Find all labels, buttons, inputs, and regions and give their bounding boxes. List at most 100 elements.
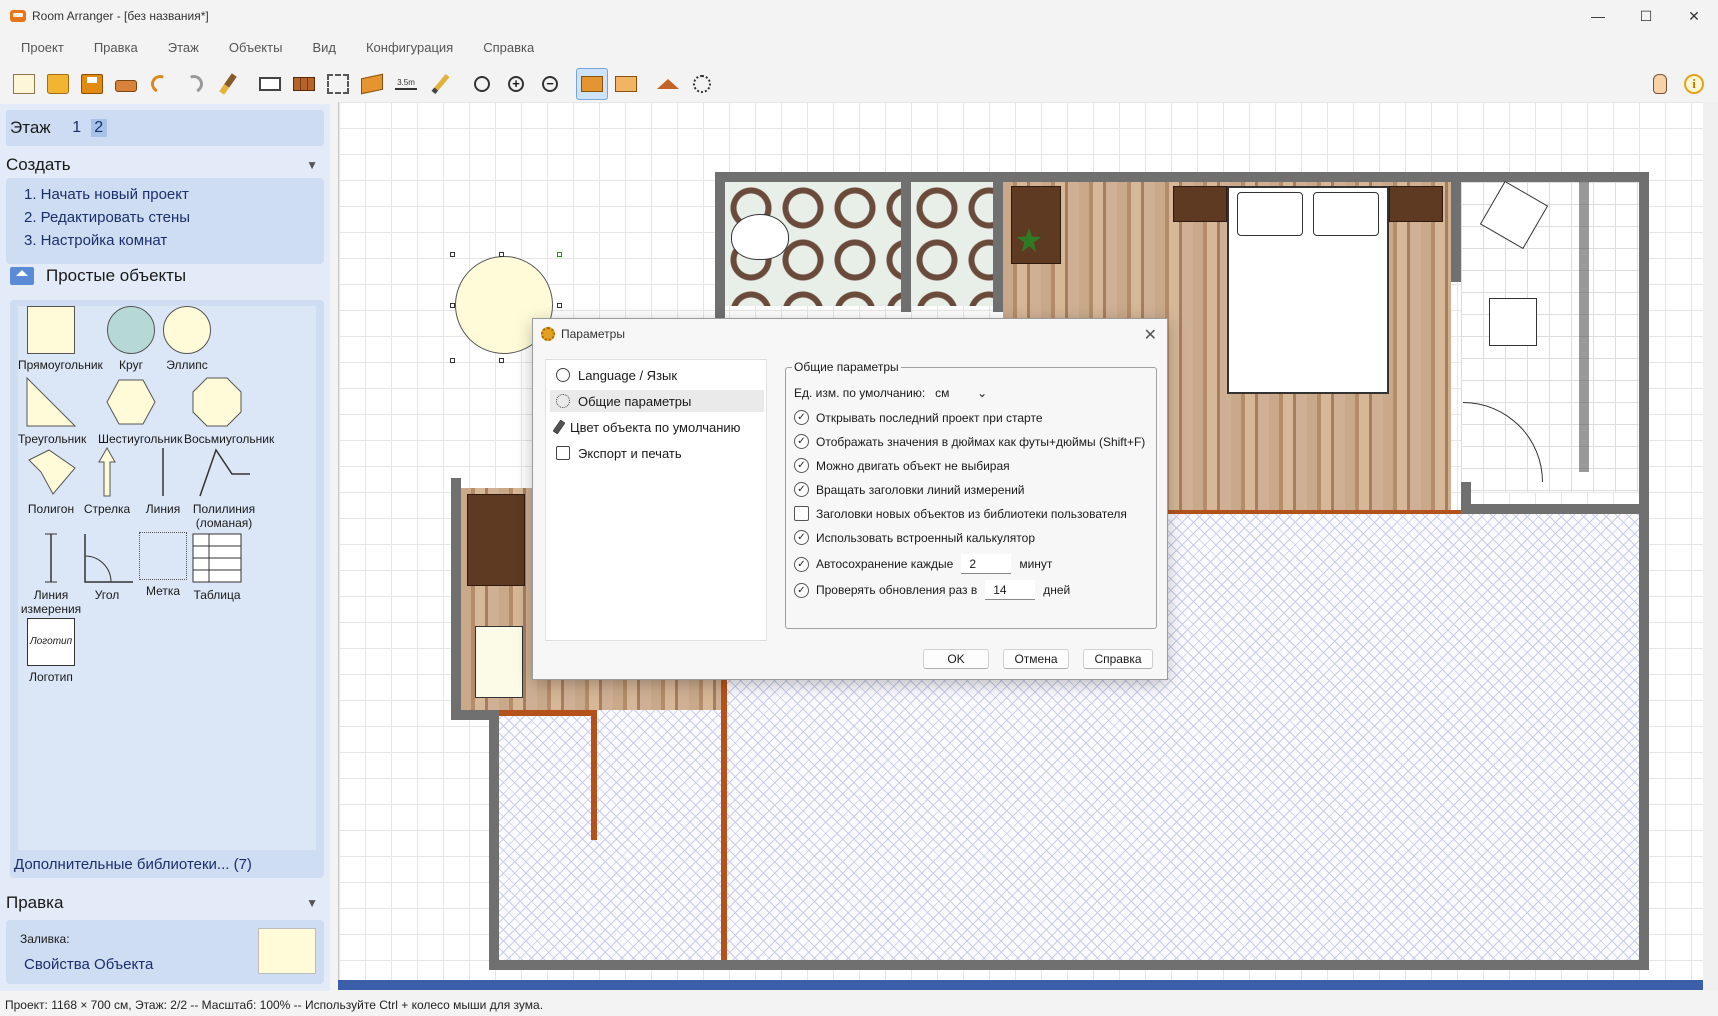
resize-handle[interactable] [499,358,504,363]
resize-handle[interactable] [450,358,455,363]
wall[interactable] [489,960,1649,970]
option-autosave[interactable]: ✓ Автосохранение каждые 2 минут [794,554,1052,574]
object-properties-link[interactable]: Свойства Объекта [24,956,153,973]
checkbox[interactable]: ✓ [794,556,809,572]
checkbox[interactable]: ✓ [794,434,809,449]
help-button[interactable]: Справка [1083,649,1153,669]
armchair[interactable] [1489,298,1537,346]
wall[interactable] [1451,182,1461,282]
wall[interactable] [993,182,1003,312]
wall[interactable] [1471,504,1639,514]
toilet[interactable] [731,214,789,260]
pillow[interactable] [1237,192,1303,236]
floor-2-tab[interactable]: 2 [90,119,107,137]
menu-view[interactable]: Вид [297,40,351,55]
wall[interactable] [1461,482,1471,514]
nav-export-print[interactable]: Экспорт и печать [550,442,764,464]
wall[interactable] [451,710,499,720]
save-button[interactable] [76,68,108,100]
cabinet[interactable] [1011,186,1061,264]
objects-button[interactable] [356,68,388,100]
option-rotate-dimension-labels[interactable]: ✓ Вращать заголовки линий измерений [794,482,1024,497]
wall[interactable] [901,182,911,312]
rotate-handle[interactable] [557,252,562,257]
checkbox[interactable]: ✓ [794,410,809,425]
nightstand-left[interactable] [1173,186,1227,222]
nightstand-right[interactable] [1389,186,1443,222]
autosave-input[interactable]: 2 [961,554,1012,574]
door-wall[interactable] [591,710,597,840]
object-ellipse[interactable]: Эллипс [154,306,220,372]
new-project-button[interactable] [8,68,40,100]
room-size-button[interactable] [254,68,286,100]
door-wall[interactable] [499,710,597,716]
horizontal-scrollbar[interactable] [338,980,1703,990]
simple-objects-header[interactable]: Простые объекты [10,266,186,286]
minimize-button[interactable]: — [1574,0,1622,32]
hand-tool-button[interactable] [1644,68,1676,100]
vertical-scrollbar[interactable] [1703,102,1718,990]
fill-color-swatch[interactable] [258,928,316,974]
close-button[interactable]: ✕ [1670,0,1718,32]
draw-button[interactable] [424,68,456,100]
step-room-setup[interactable]: 3. Настройка комнат [24,232,324,255]
unit-select[interactable]: см ⌄ [935,386,987,400]
cancel-button[interactable]: Отмена [1003,649,1069,669]
effects-button[interactable] [686,68,718,100]
option-update-check[interactable]: ✓ Проверять обновления раз в 14 дней [794,580,1070,600]
dialog-close-icon[interactable]: ✕ [1144,325,1157,345]
floor-1-tab[interactable]: 1 [69,119,85,137]
menu-help[interactable]: Справка [468,40,549,55]
object-hexagon[interactable]: Шестиугольник [98,376,182,446]
resize-handle[interactable] [557,303,562,308]
ok-button[interactable]: OK [923,649,989,669]
collapse-arrow-icon[interactable]: ▼ [306,158,318,172]
nav-general[interactable]: Общие параметры [550,390,764,412]
edit-section-header[interactable]: Правка ▼ [6,890,324,916]
nav-default-color[interactable]: Цвет объекта по умолчанию [550,416,764,438]
wall[interactable] [489,710,499,970]
create-section-header[interactable]: Создать ▼ [6,152,324,178]
object-table[interactable]: Таблица [184,532,250,602]
resize-handle[interactable] [450,303,455,308]
zoom-fit-button[interactable] [466,68,498,100]
walls-button[interactable] [288,68,320,100]
object-logo[interactable]: Логотип Логотип [18,618,84,684]
update-days-input[interactable]: 14 [985,580,1036,600]
checkbox[interactable]: ✓ [794,458,809,473]
menu-configuration[interactable]: Конфигурация [351,40,468,55]
object-rectangle[interactable]: Прямоугольник [18,306,103,372]
object-triangle[interactable]: Треугольник [18,376,86,446]
info-button[interactable]: i [1678,68,1710,100]
option-inches-feet[interactable]: ✓ Отображать значения в дюймах как футы+… [794,434,1145,449]
checkbox[interactable]: ✓ [794,482,809,497]
pillow[interactable] [1313,192,1379,236]
checkbox[interactable]: ✓ [794,582,809,598]
wall[interactable] [451,478,461,720]
option-calculator[interactable]: ✓ Использовать встроенный калькулятор [794,530,1035,545]
zoom-in-button[interactable]: + [500,68,532,100]
checkbox[interactable]: ✓ [794,530,809,545]
redo-button[interactable] [178,68,210,100]
chair[interactable] [475,626,523,698]
maximize-button[interactable]: ☐ [1622,0,1670,32]
select-area-button[interactable] [322,68,354,100]
resize-handle[interactable] [450,252,455,257]
option-move-without-select[interactable]: ✓ Можно двигать объект не выбирая [794,458,1010,473]
option-user-library-titles[interactable]: Заголовки новых объектов из библиотеки п… [794,506,1127,521]
collapse-arrow-icon[interactable]: ▼ [306,896,318,910]
checkbox[interactable] [794,506,809,521]
nav-language[interactable]: Language / Язык [550,364,764,386]
undo-button[interactable] [144,68,176,100]
menu-objects[interactable]: Объекты [214,40,298,55]
open-button[interactable] [42,68,74,100]
3d-view-button[interactable] [576,68,608,100]
wall[interactable] [715,172,1649,182]
object-octagon[interactable]: Восьмиугольник [184,376,274,446]
object-polyline[interactable]: Полилиния (ломаная) [184,446,264,530]
print-button[interactable] [110,68,142,100]
3d-walls-button[interactable] [610,68,642,100]
step-edit-walls[interactable]: 2. Редактировать стены [24,209,324,232]
3d-house-button[interactable] [652,68,684,100]
dimension-button[interactable]: 3.5m [390,68,422,100]
